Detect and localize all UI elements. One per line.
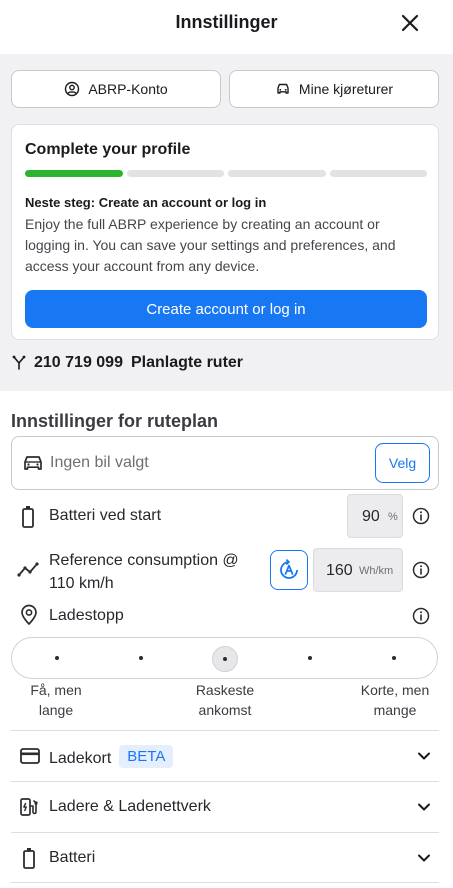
auto-a-icon xyxy=(280,559,298,579)
accordion-chargers[interactable]: Ladere & Ladenettverk xyxy=(11,781,439,832)
charge-stops-slider[interactable] xyxy=(11,637,438,679)
battery-start-unit: % xyxy=(388,511,398,523)
progress-segment xyxy=(25,170,123,177)
battery-start-value: 90 xyxy=(362,508,380,525)
progress-segment xyxy=(329,170,427,177)
car-icon xyxy=(24,456,42,470)
info-icon[interactable] xyxy=(412,607,430,625)
charge-stops-label: Ladestopp xyxy=(49,607,124,624)
abrp-account-label: ABRP-Konto xyxy=(88,81,168,97)
progress-segment xyxy=(126,170,224,177)
profile-progress-bar xyxy=(25,170,427,177)
beta-badge: BETA xyxy=(119,745,174,768)
slider-stop[interactable] xyxy=(55,656,59,660)
route-fork-icon xyxy=(12,355,26,370)
slider-label-line: lange xyxy=(38,702,74,718)
close-icon[interactable] xyxy=(399,12,421,34)
consumption-label-line2: 110 km/h xyxy=(49,575,114,592)
slider-label-line: Korte, men xyxy=(360,682,430,698)
battery-icon xyxy=(22,506,34,528)
user-circle-icon xyxy=(65,81,80,97)
routes-label: Planlagte ruter xyxy=(130,354,244,371)
progress-segment xyxy=(228,170,326,177)
consumption-label-line1: Reference consumption @ xyxy=(49,552,239,569)
planned-routes: 210 719 099 Planlagte ruter xyxy=(12,354,243,372)
next-step-text: Neste steg: Create an account or log in xyxy=(25,195,267,210)
my-trips-button[interactable]: Mine kjøreturer xyxy=(229,70,439,108)
create-account-button[interactable]: Create account or log in xyxy=(25,290,427,328)
my-trips-label: Mine kjøreturer xyxy=(298,81,394,97)
header: Innstillinger xyxy=(0,0,453,54)
consumption-label: Reference consumption @ 110 km/h xyxy=(49,549,239,595)
route-settings-title: Innstillinger for ruteplan xyxy=(11,411,219,431)
slider-stop[interactable] xyxy=(308,656,312,660)
info-icon[interactable] xyxy=(412,507,430,525)
charge-cards-label: Ladekort BETA xyxy=(49,745,174,770)
accordion-charge-cards[interactable]: Ladekort BETA xyxy=(11,730,439,781)
page-title: Innstillinger xyxy=(175,12,278,32)
car-icon xyxy=(277,83,289,94)
slider-label-line: Få, men xyxy=(30,682,82,698)
consumption-chart-icon xyxy=(17,562,39,577)
chevron-down-icon xyxy=(418,854,430,862)
chargers-label: Ladere & Ladenettverk xyxy=(49,798,211,815)
consumption-unit: Wh/km xyxy=(359,565,394,577)
profile-card-body: Enjoy the full ABRP experience by creati… xyxy=(25,216,396,274)
chevron-down-icon xyxy=(418,752,430,760)
car-selector-placeholder: Ingen bil valgt xyxy=(50,454,149,471)
consumption-value: 160 xyxy=(326,562,353,579)
auto-consumption-button[interactable] xyxy=(270,550,308,590)
battery-section-label: Batteri xyxy=(49,849,96,866)
slider-label-line: ankomst xyxy=(198,702,252,718)
slider-label-fastest: Raskeste ankomst xyxy=(175,680,275,720)
slider-knob[interactable] xyxy=(212,646,238,672)
accordion-battery[interactable]: Batteri xyxy=(11,832,439,883)
battery-icon xyxy=(23,848,35,869)
location-pin-icon xyxy=(21,604,37,625)
battery-start-label: Batteri ved start xyxy=(49,507,162,524)
routes-count: 210 719 099 xyxy=(34,354,123,371)
charger-station-icon xyxy=(20,798,38,816)
profile-card: Complete your profile Neste steg: Create… xyxy=(11,124,439,340)
abrp-account-button[interactable]: ABRP-Konto xyxy=(11,70,221,108)
select-car-button[interactable]: Velg xyxy=(375,443,430,483)
slider-label-line: Raskeste xyxy=(195,682,255,698)
charge-cards-text: Ladekort xyxy=(49,750,112,767)
info-icon[interactable] xyxy=(412,561,430,579)
slider-label-line: mange xyxy=(373,702,417,718)
credit-card-icon xyxy=(20,748,40,764)
slider-stop[interactable] xyxy=(392,656,396,660)
slider-label-short-many: Korte, men mange xyxy=(350,680,440,720)
car-selector[interactable]: Ingen bil valgt Velg xyxy=(11,436,439,490)
profile-card-title: Complete your profile xyxy=(25,141,191,158)
slider-stop[interactable] xyxy=(139,656,143,660)
consumption-input[interactable]: 160 Wh/km xyxy=(313,548,403,592)
battery-start-input[interactable]: 90 % xyxy=(347,494,403,538)
chevron-down-icon xyxy=(418,803,430,811)
slider-label-few-long: Få, men lange xyxy=(14,680,98,720)
